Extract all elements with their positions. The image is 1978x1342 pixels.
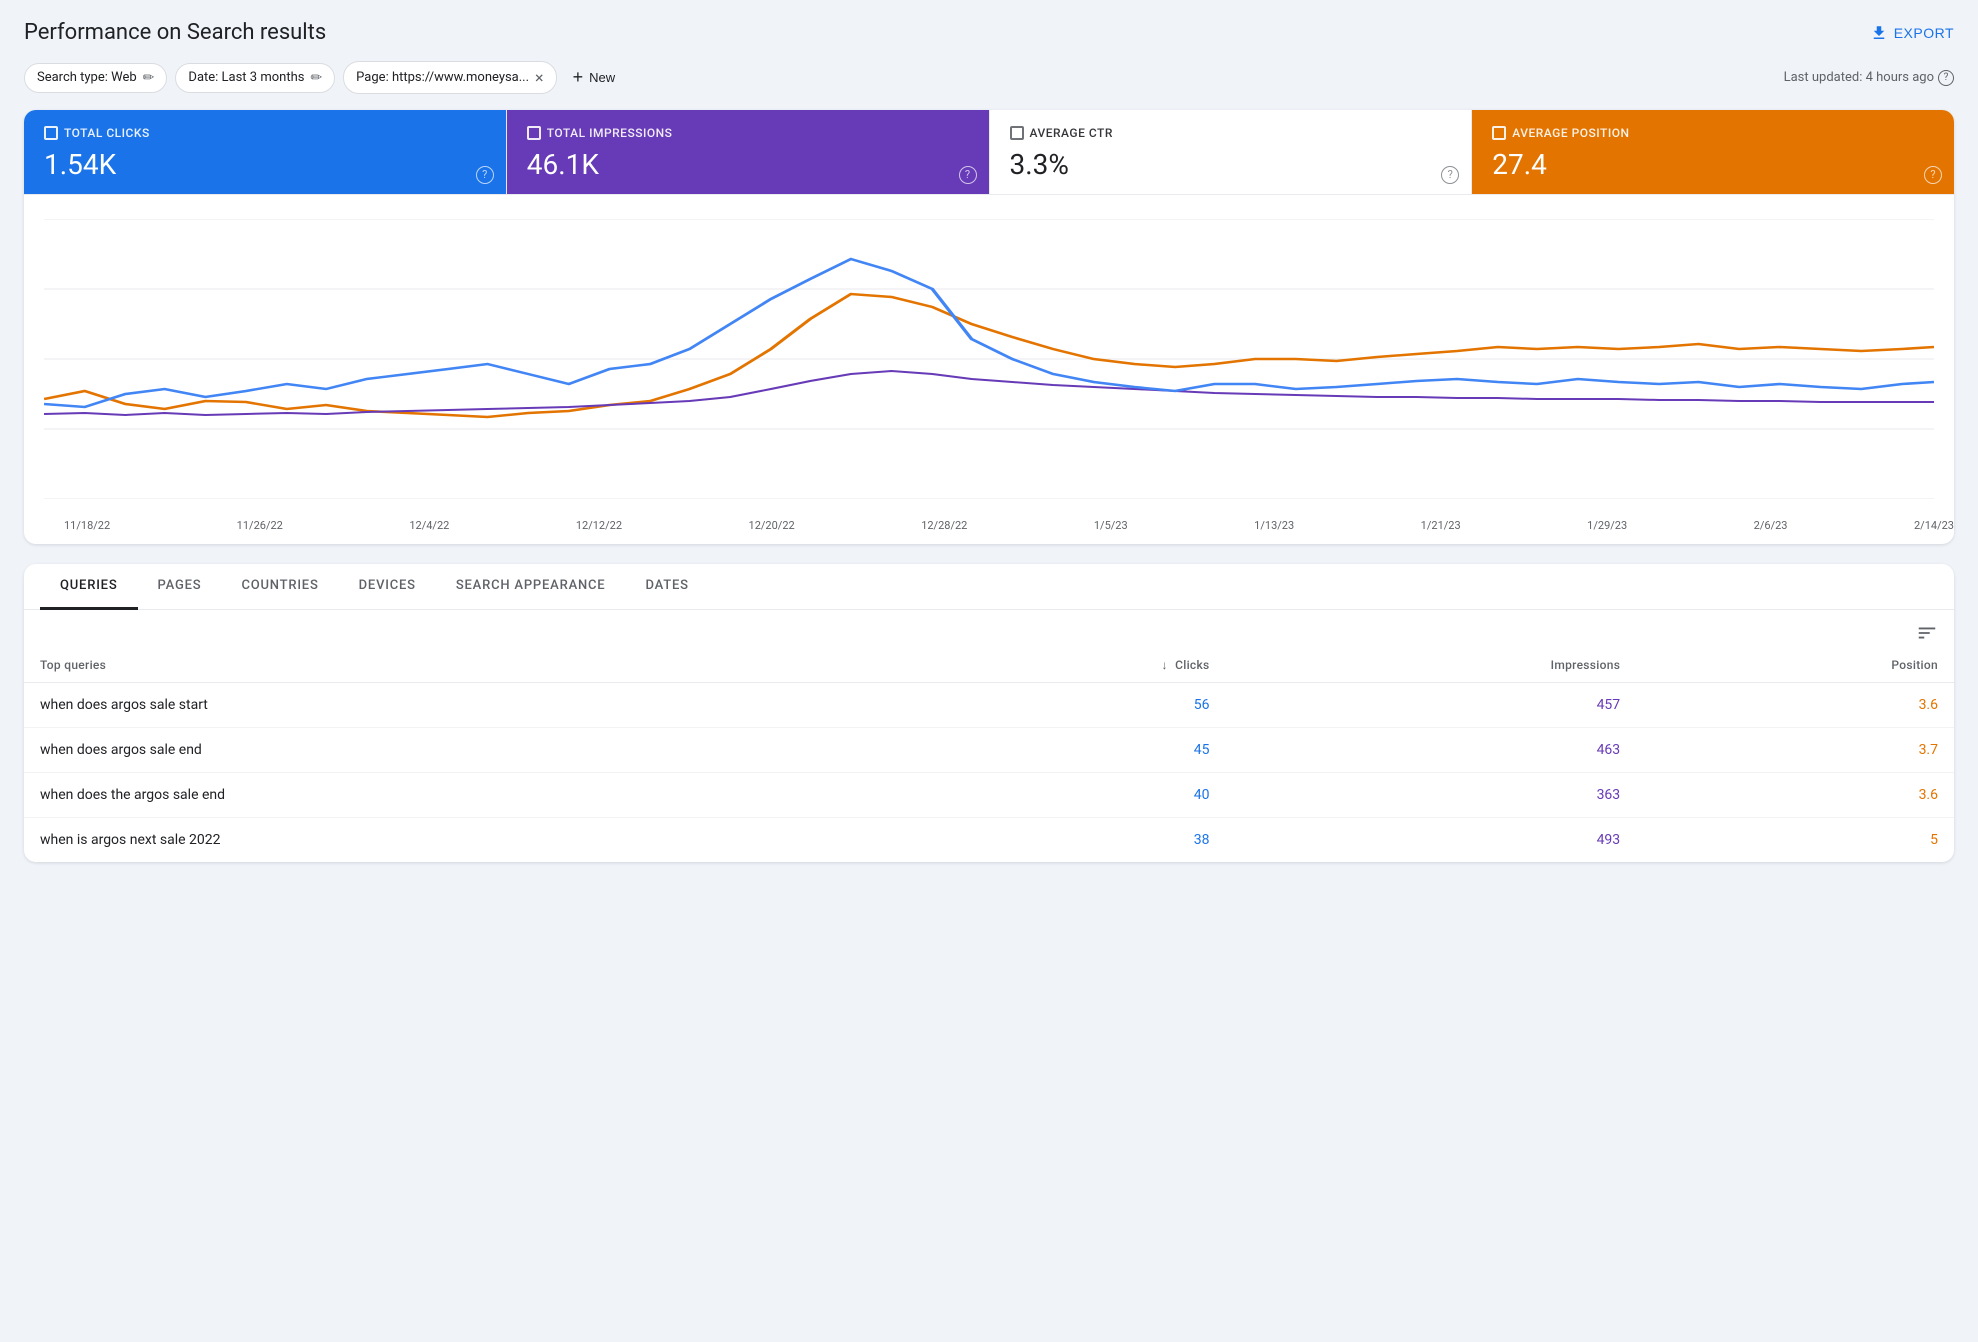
query-cell: when does argos sale start: [24, 682, 902, 727]
download-icon: [1870, 24, 1888, 42]
sort-down-icon: ↓: [1161, 658, 1167, 672]
clicks-cell: 56: [902, 682, 1226, 727]
impressions-cell: 457: [1226, 682, 1637, 727]
page-title: Performance on Search results: [24, 20, 326, 45]
ctr-label: Average CTR: [1010, 126, 1452, 140]
metrics-row: Total clicks 1.54K ? Total impressions 4…: [24, 110, 1954, 195]
page-filter[interactable]: Page: https://www.moneysa... ×: [343, 61, 556, 94]
ctr-checkbox: [1010, 126, 1024, 140]
search-type-filter[interactable]: Search type: Web ✏: [24, 63, 167, 93]
clicks-label: Total clicks: [44, 126, 486, 140]
ctr-metric[interactable]: Average CTR 3.3% ?: [990, 110, 1473, 194]
table-row: when does argos sale end 45 463 3.7: [24, 727, 1954, 772]
clicks-metric[interactable]: Total clicks 1.54K ?: [24, 110, 507, 194]
page-header: Performance on Search results EXPORT: [24, 20, 1954, 45]
page-container: Performance on Search results EXPORT Sea…: [0, 0, 1978, 882]
clicks-header[interactable]: ↓ Clicks: [902, 648, 1226, 683]
ctr-value: 3.3%: [1010, 148, 1452, 182]
x-axis-labels: 11/18/22 11/26/22 12/4/22 12/12/22 12/20…: [24, 515, 1954, 532]
query-cell: when does argos sale end: [24, 727, 902, 772]
query-header: Top queries: [24, 648, 902, 683]
table-toolbar: [24, 610, 1954, 648]
table-filter-button[interactable]: [1916, 622, 1938, 644]
impressions-help-icon[interactable]: ?: [959, 166, 977, 184]
tabs-row: QUERIES PAGES COUNTRIES DEVICES SEARCH A…: [24, 564, 1954, 610]
query-cell: when is argos next sale 2022: [24, 817, 902, 862]
clicks-cell: 45: [902, 727, 1226, 772]
table-row: when is argos next sale 2022 38 493 5: [24, 817, 1954, 862]
position-cell: 3.6: [1636, 682, 1954, 727]
last-updated-text: Last updated: 4 hours ago ?: [1784, 70, 1954, 86]
position-label: Average position: [1492, 126, 1934, 140]
position-metric[interactable]: Average position 27.4 ?: [1472, 110, 1954, 194]
tab-dates[interactable]: DATES: [625, 564, 708, 610]
clicks-cell: 38: [902, 817, 1226, 862]
help-icon: ?: [1938, 70, 1954, 86]
impressions-cell: 363: [1226, 772, 1637, 817]
clicks-value: 1.54K: [44, 148, 486, 182]
impressions-cell: 463: [1226, 727, 1637, 772]
clicks-line: [44, 259, 1934, 407]
edit-date-icon: ✏: [310, 70, 322, 86]
position-checkbox: [1492, 126, 1506, 140]
position-cell: 3.6: [1636, 772, 1954, 817]
impressions-cell: 493: [1226, 817, 1637, 862]
chart-area: [24, 195, 1954, 515]
position-line: [44, 294, 1934, 417]
impressions-checkbox: [527, 126, 541, 140]
tab-pages[interactable]: PAGES: [138, 564, 222, 610]
performance-chart: [44, 219, 1934, 499]
clicks-help-icon[interactable]: ?: [476, 166, 494, 184]
ctr-help-icon[interactable]: ?: [1441, 166, 1459, 184]
impressions-label: Total impressions: [527, 126, 969, 140]
performance-card: Total clicks 1.54K ? Total impressions 4…: [24, 110, 1954, 544]
impressions-value: 46.1K: [527, 148, 969, 182]
table-header-row: Top queries ↓ Clicks Impressions Positio…: [24, 648, 1954, 683]
queries-table: Top queries ↓ Clicks Impressions Positio…: [24, 648, 1954, 862]
filter-bar: Search type: Web ✏ Date: Last 3 months ✏…: [24, 61, 1954, 94]
query-cell: when does the argos sale end: [24, 772, 902, 817]
table-card: QUERIES PAGES COUNTRIES DEVICES SEARCH A…: [24, 564, 1954, 862]
position-value: 27.4: [1492, 148, 1934, 182]
add-filter-button[interactable]: + New: [565, 61, 624, 94]
tab-search-appearance[interactable]: SEARCH APPEARANCE: [436, 564, 626, 610]
date-range-filter[interactable]: Date: Last 3 months ✏: [175, 63, 335, 93]
impressions-header: Impressions: [1226, 648, 1637, 683]
impressions-metric[interactable]: Total impressions 46.1K ?: [507, 110, 990, 194]
remove-page-filter-icon[interactable]: ×: [535, 68, 544, 87]
clicks-cell: 40: [902, 772, 1226, 817]
filter-icon: [1916, 622, 1938, 644]
table-row: when does the argos sale end 40 363 3.6: [24, 772, 1954, 817]
tab-devices[interactable]: DEVICES: [339, 564, 436, 610]
edit-search-type-icon: ✏: [143, 70, 155, 86]
position-help-icon[interactable]: ?: [1924, 166, 1942, 184]
table-row: when does argos sale start 56 457 3.6: [24, 682, 1954, 727]
tab-queries[interactable]: QUERIES: [40, 564, 138, 610]
plus-icon: +: [573, 67, 584, 88]
position-cell: 3.7: [1636, 727, 1954, 772]
position-header: Position: [1636, 648, 1954, 683]
clicks-checkbox: [44, 126, 58, 140]
tab-countries[interactable]: COUNTRIES: [221, 564, 338, 610]
position-cell: 5: [1636, 817, 1954, 862]
export-button[interactable]: EXPORT: [1870, 24, 1954, 42]
impressions-line: [44, 371, 1934, 415]
